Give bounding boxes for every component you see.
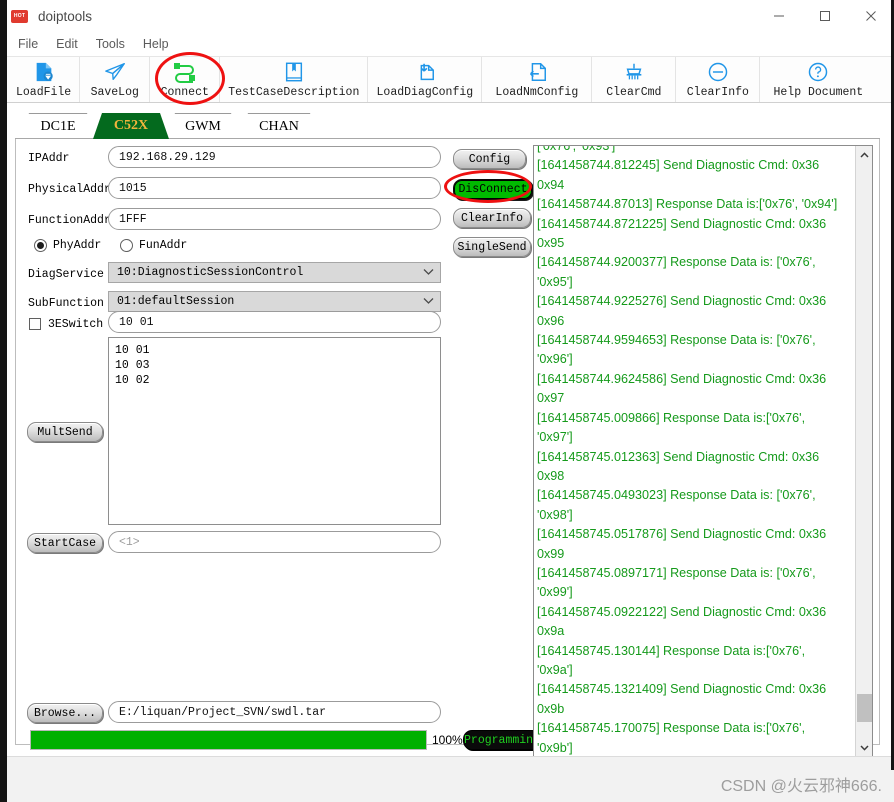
- load-diag-config-icon: [376, 59, 473, 85]
- toolbar-label: LoadFile: [16, 86, 72, 99]
- toolbar-label: LoadDiagConfig: [376, 86, 474, 99]
- toolbar-label: Connect: [160, 86, 209, 99]
- radio-funaddr[interactable]: FunAddr: [120, 234, 187, 256]
- connect-icon: [158, 59, 211, 85]
- toolbar-button-loadnmconfig[interactable]: LoadNmConfig: [482, 57, 593, 102]
- load-file-icon: [16, 59, 71, 85]
- tab-label: C52X: [113, 118, 149, 133]
- tab-label: DC1E: [40, 118, 76, 134]
- tab-label: CHAN: [259, 118, 299, 134]
- disconnect-button[interactable]: DisConnect: [453, 179, 533, 200]
- subfunction-dropdown[interactable]: 01:defaultSession: [108, 291, 441, 312]
- ipaddr-input[interactable]: 192.168.29.129: [108, 146, 441, 168]
- book-icon: [228, 59, 359, 85]
- programming-button[interactable]: Programming: [463, 730, 541, 750]
- case-input[interactable]: <1>: [108, 531, 441, 553]
- log-output-box[interactable]: ['0x76', '0x93'] [1641458744.812245] Sen…: [533, 145, 873, 757]
- programming-progress-bar: [30, 730, 427, 750]
- toolbar-button-testcasedescription[interactable]: TestCaseDescription: [220, 57, 369, 102]
- radio-phyaddr[interactable]: PhyAddr: [34, 234, 101, 256]
- single-cmd-input[interactable]: 10 01: [108, 311, 441, 333]
- app-icon: HOT: [11, 9, 28, 23]
- functionaddr-input[interactable]: 1FFF: [108, 208, 441, 230]
- diagservice-value: 10:DiagnosticSessionControl: [117, 266, 304, 279]
- menu-item-file[interactable]: File: [9, 35, 47, 53]
- radio-phyaddr-label: PhyAddr: [53, 238, 102, 252]
- toolbar-button-clearinfo[interactable]: ClearInfo: [676, 57, 761, 102]
- subfunction-label: SubFunction: [28, 297, 104, 310]
- question-circle-icon: [768, 59, 868, 85]
- progress-percent-label: 100%: [432, 733, 463, 747]
- config-button[interactable]: Config: [453, 149, 526, 169]
- file-path-input[interactable]: E:/liquan/Project_SVN/swdl.tar: [108, 701, 441, 723]
- chevron-down-icon: [423, 295, 434, 308]
- menu-item-edit[interactable]: Edit: [47, 35, 87, 53]
- threeeswitch-box: [29, 318, 41, 330]
- startcase-button[interactable]: StartCase: [27, 533, 103, 553]
- toolbar-label: TestCaseDescription: [228, 86, 360, 99]
- progress-fill: [31, 731, 426, 749]
- tab-chan[interactable]: CHAN: [239, 113, 319, 139]
- physicaladdr-input[interactable]: 1015: [108, 177, 441, 199]
- toolbar-button-clearcmd[interactable]: ClearCmd: [592, 57, 677, 102]
- radio-phyaddr-indicator: [34, 238, 47, 252]
- tab-label: GWM: [185, 118, 221, 134]
- minimize-icon[interactable]: [756, 0, 802, 32]
- application-window: HOT doiptools File Edit Tools Help LoadF…: [0, 0, 894, 802]
- log-scrollbar-thumb[interactable]: [857, 694, 872, 722]
- toolbar-label: ClearInfo: [686, 86, 749, 99]
- window-title: doiptools: [38, 8, 93, 24]
- menu-item-tools[interactable]: Tools: [87, 35, 134, 53]
- load-nm-config-icon: [490, 59, 583, 85]
- toolbar: LoadFile SaveLog Connect TestCaseDescrip…: [0, 56, 894, 103]
- multsend-button[interactable]: MultSend: [27, 422, 103, 442]
- window-controls: [756, 0, 894, 32]
- toolbar-button-loaddiagconfig[interactable]: LoadDiagConfig: [368, 57, 483, 102]
- toolbar-button-connect[interactable]: Connect: [150, 57, 221, 102]
- singlesend-button[interactable]: SingleSend: [453, 237, 531, 257]
- menu-bar: File Edit Tools Help: [0, 32, 894, 56]
- scroll-down-icon[interactable]: [856, 739, 872, 756]
- tab-strip: DC1E C52X GWM CHAN: [0, 113, 894, 139]
- radio-funaddr-indicator: [120, 238, 133, 252]
- chevron-down-icon: [423, 266, 434, 279]
- diagservice-dropdown[interactable]: 10:DiagnosticSessionControl: [108, 262, 441, 283]
- browse-button[interactable]: Browse...: [27, 703, 103, 723]
- ipaddr-label: IPAddr: [28, 152, 70, 165]
- tab-dc1e[interactable]: DC1E: [20, 113, 96, 139]
- window-left-edge: [0, 0, 7, 802]
- threeeswitch-label: 3ESwitch: [48, 317, 104, 331]
- physicaladdr-label: PhysicalAddr: [28, 183, 111, 196]
- diagservice-label: DiagService: [28, 268, 104, 281]
- scroll-up-icon[interactable]: [856, 146, 872, 163]
- menu-item-help[interactable]: Help: [134, 35, 178, 53]
- minus-circle-icon: [684, 59, 751, 85]
- maximize-icon[interactable]: [802, 0, 848, 32]
- multi-cmd-textarea[interactable]: 10 01 10 03 10 02: [108, 337, 441, 525]
- broom-icon: [600, 59, 667, 85]
- toolbar-button-loadfile[interactable]: LoadFile: [8, 57, 81, 102]
- toolbar-label: LoadNmConfig: [495, 86, 579, 99]
- tab-c52x[interactable]: C52X: [93, 113, 169, 139]
- close-icon[interactable]: [848, 0, 894, 32]
- save-log-icon: [88, 59, 141, 85]
- clearinfo-button[interactable]: ClearInfo: [453, 208, 531, 228]
- toolbar-button-helpdocument[interactable]: Help Document: [760, 57, 876, 102]
- title-bar: HOT doiptools: [0, 0, 894, 32]
- tab-gwm[interactable]: GWM: [166, 113, 240, 139]
- toolbar-label: SaveLog: [90, 86, 139, 99]
- toolbar-button-savelog[interactable]: SaveLog: [80, 57, 151, 102]
- toolbar-label: ClearCmd: [606, 86, 662, 99]
- radio-funaddr-label: FunAddr: [139, 238, 188, 252]
- subfunction-value: 01:defaultSession: [117, 295, 235, 308]
- main-panel: IPAddr 192.168.29.129 PhysicalAddr 1015 …: [15, 139, 880, 757]
- functionaddr-label: FunctionAddr: [28, 214, 111, 227]
- threeeswitch-checkbox[interactable]: 3ESwitch: [29, 313, 103, 335]
- log-text: ['0x76', '0x93'] [1641458744.812245] Sen…: [537, 145, 838, 755]
- log-scrollbar[interactable]: [855, 146, 872, 756]
- toolbar-label: Help Document: [773, 86, 864, 99]
- watermark: CSDN @火云邪神666.: [720, 778, 882, 795]
